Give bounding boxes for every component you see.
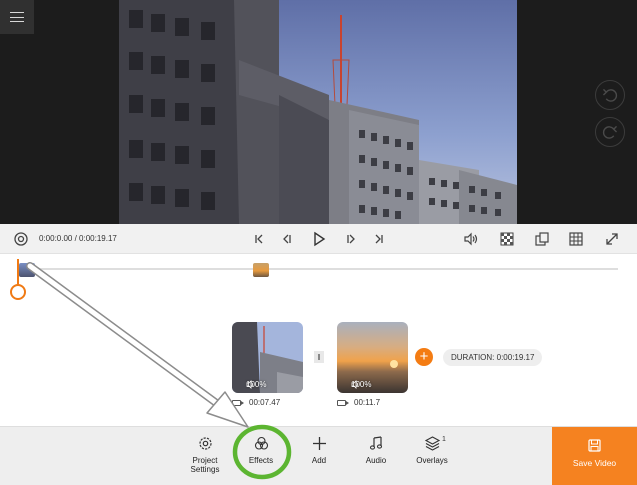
project-settings-label-line2: Settings — [190, 465, 220, 474]
overlays-count-badge: 1 — [442, 436, 446, 443]
play-icon[interactable] — [310, 230, 328, 248]
skip-to-end-icon[interactable] — [370, 230, 388, 248]
volume-icon[interactable] — [462, 230, 480, 248]
clip-duration-value: 00:11.7 — [354, 398, 381, 407]
audio-button[interactable]: Audio — [347, 435, 405, 465]
preview-area — [0, 0, 637, 224]
overlays-label: Overlays — [416, 456, 448, 465]
gear-icon[interactable] — [12, 230, 30, 248]
audio-label: Audio — [365, 456, 387, 465]
playhead[interactable] — [17, 259, 19, 287]
project-settings-label-line1: Project — [192, 456, 218, 465]
clip-volume: 100% — [246, 380, 266, 389]
video-camera-icon — [337, 399, 349, 406]
volume-icon — [351, 380, 359, 389]
skip-to-start-icon[interactable] — [250, 230, 268, 248]
effects-label: Effects — [248, 456, 274, 465]
save-video-label: Save Video — [572, 458, 617, 468]
video-editor-app: 0:00:0.00 / 0:00:19.17 100% 00:07.47 100… — [0, 0, 637, 485]
previous-frame-icon[interactable] — [279, 230, 297, 248]
playhead-handle[interactable] — [10, 284, 26, 300]
clip-duration-value: 00:07.47 — [249, 398, 281, 407]
timeline — [0, 254, 637, 426]
effects-button[interactable]: Effects — [232, 435, 290, 465]
effects-icon — [254, 436, 268, 450]
video-preview — [119, 0, 517, 224]
add-label: Add — [311, 456, 327, 465]
aspect-ratio-icon[interactable] — [533, 230, 551, 248]
time-readout: 0:00:0.00 / 0:00:19.17 — [39, 234, 117, 243]
transition-marker[interactable] — [314, 351, 324, 363]
clip-duration: 00:11.7 — [337, 398, 380, 407]
project-settings-button[interactable]: Project Settings — [176, 435, 234, 474]
redo-icon[interactable] — [595, 117, 625, 147]
save-video-button[interactable]: Save Video — [552, 427, 637, 485]
bottom-toolbar: Project Settings Effects Add Audio Overl… — [0, 426, 637, 485]
transport-bar: 0:00:0.00 / 0:00:19.17 — [0, 224, 637, 254]
music-note-icon — [369, 436, 382, 450]
plus-icon — [312, 437, 326, 450]
add-clip-button[interactable]: + — [415, 348, 433, 366]
add-button[interactable]: Add — [290, 435, 348, 465]
timeline-track[interactable] — [18, 268, 618, 270]
save-icon — [588, 439, 601, 452]
video-camera-icon — [232, 399, 244, 406]
undo-icon[interactable] — [595, 80, 625, 110]
clip-volume: 100% — [351, 380, 371, 389]
grid-icon[interactable] — [567, 230, 585, 248]
hamburger-menu-icon[interactable] — [0, 0, 34, 34]
timeline-clip-marker[interactable] — [19, 263, 35, 277]
clip-duration: 00:07.47 — [232, 398, 280, 407]
clip-thumbnail[interactable]: 100% — [232, 322, 303, 393]
duration-label: DURATION: 0:00:19.17 — [443, 349, 543, 366]
timeline-clip-marker[interactable] — [253, 263, 269, 277]
layers-icon — [424, 436, 440, 451]
next-frame-icon[interactable] — [341, 230, 359, 248]
clip-thumbnail[interactable]: 100% — [337, 322, 408, 393]
volume-icon — [246, 380, 254, 389]
gear-icon — [198, 437, 212, 450]
checkerboard-icon[interactable] — [498, 230, 516, 248]
overlays-button[interactable]: Overlays — [403, 435, 461, 465]
fullscreen-icon[interactable] — [603, 230, 621, 248]
